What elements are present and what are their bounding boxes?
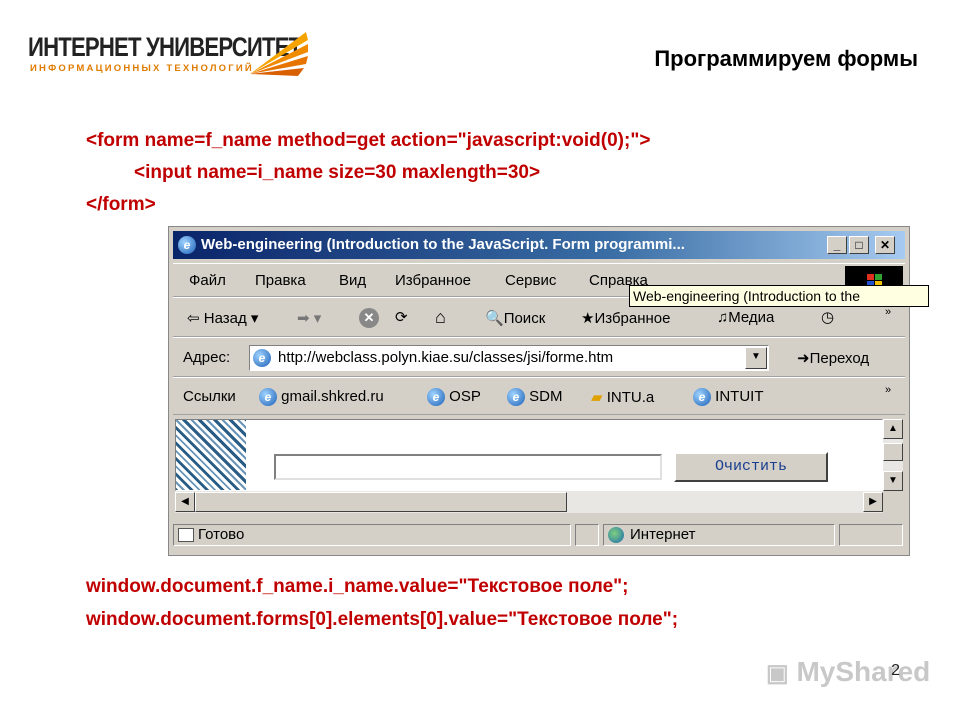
- search-button[interactable]: 🔍Поиск: [485, 309, 545, 327]
- search-icon: 🔍: [485, 310, 504, 327]
- favorites-label: Избранное: [594, 310, 671, 327]
- code-line-value-by-name: window.document.f_name.i_name.value="Тек…: [86, 576, 629, 597]
- form-text-input[interactable]: [274, 454, 662, 480]
- favorites-button[interactable]: ★Избранное: [581, 309, 670, 327]
- title-tooltip: Web-engineering (Introduction to the: [629, 285, 929, 307]
- vertical-scrollbar[interactable]: ▲ ▼: [883, 419, 903, 491]
- link-intuit[interactable]: e INTUIT: [693, 388, 764, 407]
- maximize-button[interactable]: □: [849, 236, 869, 254]
- back-label: Назад: [203, 310, 247, 327]
- go-button[interactable]: ➜Переход: [797, 349, 869, 367]
- home-icon[interactable]: ⌂: [435, 307, 446, 328]
- page-content: Очистить: [175, 419, 883, 491]
- link-icon: e: [507, 388, 525, 407]
- link-osp[interactable]: e OSP: [427, 388, 481, 407]
- go-label: Переход: [809, 350, 870, 367]
- back-arrow-icon: ⇦: [187, 310, 200, 327]
- address-value: http://webclass.polyn.kiae.su/classes/js…: [278, 349, 614, 366]
- logo-fan-icon: [250, 32, 308, 76]
- links-label: Ссылки: [183, 388, 236, 405]
- slide-title: Программируем формы: [654, 46, 918, 71]
- close-button[interactable]: ✕: [875, 236, 895, 254]
- horizontal-scroll-thumb[interactable]: [195, 492, 567, 512]
- link-label: INTU.a: [606, 389, 655, 406]
- link-label: INTUIT: [715, 388, 764, 405]
- scroll-down-icon[interactable]: ▼: [883, 471, 903, 491]
- link-label: OSP: [449, 388, 481, 405]
- code-line-form-close: </form>: [86, 194, 156, 215]
- menu-file[interactable]: Файл: [189, 272, 226, 289]
- watermark: ▣ MyShared: [766, 656, 930, 688]
- menu-favorites[interactable]: Избранное: [395, 272, 471, 289]
- watermark-text: MyShared: [796, 656, 931, 687]
- minimize-button[interactable]: _: [827, 236, 847, 254]
- folder-link-icon: ▰: [591, 389, 603, 406]
- address-input[interactable]: e http://webclass.polyn.kiae.su/classes/…: [249, 345, 769, 371]
- watermark-icon: ▣: [766, 660, 789, 687]
- zone-text: Интернет: [630, 526, 696, 543]
- menu-view[interactable]: Вид: [339, 272, 366, 289]
- horizontal-scrollbar[interactable]: ◀ ▶: [175, 491, 883, 513]
- media-button[interactable]: ♫Медиа: [717, 309, 774, 326]
- status-panel-1: [575, 524, 599, 546]
- status-panel-end: [839, 524, 903, 546]
- back-button[interactable]: ⇦ Назад ▾: [187, 309, 258, 327]
- menu-tools[interactable]: Сервис: [505, 272, 556, 289]
- link-intua[interactable]: ▰ INTU.a: [591, 388, 654, 406]
- logo-subtitle: ИНФОРМАЦИОННЫХ ТЕХНОЛОГИЙ: [30, 63, 254, 74]
- history-icon[interactable]: ◷: [821, 308, 834, 326]
- address-bar: Адрес: e http://webclass.polyn.kiae.su/c…: [173, 337, 905, 377]
- link-gmail[interactable]: e gmail.shkred.ru: [259, 388, 384, 407]
- code-line-value-by-index: window.document.forms[0].elements[0].val…: [86, 609, 679, 630]
- go-arrow-icon: ➜: [797, 350, 810, 367]
- link-sdm[interactable]: e SDM: [507, 388, 563, 407]
- ie-icon: e: [178, 236, 196, 254]
- refresh-icon[interactable]: ⟳: [395, 308, 408, 326]
- favorites-icon: ★: [581, 310, 595, 327]
- page-number: 2: [891, 662, 900, 679]
- link-icon: e: [427, 388, 445, 407]
- clear-button[interactable]: Очистить: [674, 452, 828, 482]
- browser-window: e Web-engineering (Introduction to the J…: [168, 226, 929, 556]
- link-icon: e: [259, 388, 277, 407]
- link-icon: e: [693, 388, 711, 407]
- status-zone: Интернет: [603, 524, 835, 546]
- code-line-input: <input name=i_name size=30 maxlength=30>: [134, 162, 541, 183]
- window-title: Web-engineering (Introduction to the Jav…: [201, 236, 685, 253]
- address-label: Адрес:: [183, 349, 231, 366]
- media-label: Медиа: [728, 309, 775, 326]
- code-line-form-open: <form name=f_name method=get action="jav…: [86, 130, 651, 151]
- page-background-pattern: [176, 420, 246, 490]
- globe-icon: [608, 527, 624, 544]
- scroll-up-icon[interactable]: ▲: [883, 419, 903, 439]
- links-overflow-icon[interactable]: »: [885, 384, 891, 396]
- link-label: SDM: [529, 388, 563, 405]
- menu-edit[interactable]: Правка: [255, 272, 306, 289]
- status-text: Готово: [198, 526, 245, 543]
- link-label: gmail.shkred.ru: [281, 388, 384, 405]
- status-bar: Готово Интернет: [173, 521, 905, 549]
- toolbar-overflow-icon[interactable]: »: [885, 306, 891, 318]
- page-done-icon: [178, 528, 194, 543]
- scroll-left-icon[interactable]: ◀: [175, 492, 195, 512]
- scroll-thumb[interactable]: [883, 443, 903, 461]
- forward-button[interactable]: ➡ ▾: [297, 309, 321, 327]
- media-icon: ♫: [717, 309, 729, 326]
- search-label: Поиск: [503, 310, 546, 327]
- scroll-right-icon[interactable]: ▶: [863, 492, 883, 512]
- title-bar[interactable]: e Web-engineering (Introduction to the J…: [173, 231, 905, 259]
- status-main: Готово: [173, 524, 571, 546]
- links-bar: Ссылки e gmail.shkred.ru e OSP e SDM ▰ I…: [173, 377, 905, 415]
- page-icon: e: [253, 349, 271, 367]
- address-dropdown-icon[interactable]: ▼: [745, 347, 767, 369]
- stop-icon[interactable]: ✕: [359, 308, 379, 328]
- forward-arrow-icon: ➡: [297, 310, 310, 327]
